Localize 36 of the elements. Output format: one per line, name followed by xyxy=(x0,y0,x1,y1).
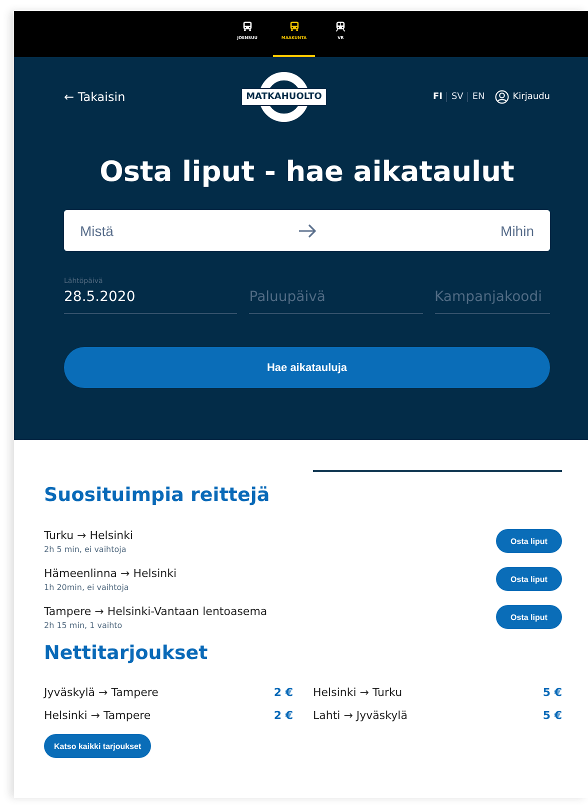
offer-route: Jyväskylä → Tampere xyxy=(44,686,158,699)
language-link[interactable]: SV xyxy=(446,92,468,102)
login-link[interactable]: Kirjaudu xyxy=(494,90,550,104)
buy-button[interactable]: Osta liput xyxy=(496,567,562,591)
offer-price: 5 € xyxy=(542,709,562,722)
bus-icon xyxy=(288,21,300,32)
offer-price: 5 € xyxy=(542,686,562,699)
offer-price: 2 € xyxy=(274,686,293,699)
language-link[interactable]: EN xyxy=(467,92,489,102)
route-details: 2h 15 min, 1 vaihto xyxy=(44,620,124,630)
offer-route: Lahti → Jyväskylä xyxy=(313,709,408,722)
route-name: Tampere → Helsinki-Vantaan lentoasema xyxy=(44,604,268,618)
offer-price: 2 € xyxy=(274,709,293,722)
campaign-code-field[interactable]: Kampanjakoodi xyxy=(434,285,550,313)
language-link[interactable]: FI xyxy=(428,92,446,102)
page-title: Osta liput - hae aikataulut xyxy=(98,155,516,188)
train-icon xyxy=(335,21,346,32)
back-link[interactable]: ← Takaisin xyxy=(64,90,244,104)
buy-button[interactable]: Osta liput xyxy=(496,529,562,553)
route-details: 1h 20min, ei vaihtoja xyxy=(44,582,130,592)
search-button[interactable]: Hae aikatauluja xyxy=(64,347,550,388)
buy-button[interactable]: Osta liput xyxy=(496,605,562,629)
offer-route: Helsinki → Tampere xyxy=(44,709,151,722)
section-heading: Suosituimpia reittejä xyxy=(44,484,271,506)
all-offers-button[interactable]: Katso kaikki tarjoukset xyxy=(44,734,152,758)
bus-icon xyxy=(242,21,253,32)
departure-date-field[interactable]: 28.5.2020 xyxy=(64,285,238,313)
route-name: Turku → Helsinki xyxy=(44,528,134,542)
user-icon xyxy=(494,90,509,104)
arrow-icon xyxy=(297,222,317,238)
logo-text: MATKAHUOLTO xyxy=(241,88,327,106)
route-name: Hämeenlinna → Helsinki xyxy=(44,566,177,580)
offer-route: Helsinki → Turku xyxy=(313,686,402,699)
return-date-field[interactable]: Paluupäivä xyxy=(249,285,422,313)
section-heading: Nettitarjoukset xyxy=(44,642,209,664)
route-details: 2h 5 min, ei vaihtoja xyxy=(44,544,128,554)
